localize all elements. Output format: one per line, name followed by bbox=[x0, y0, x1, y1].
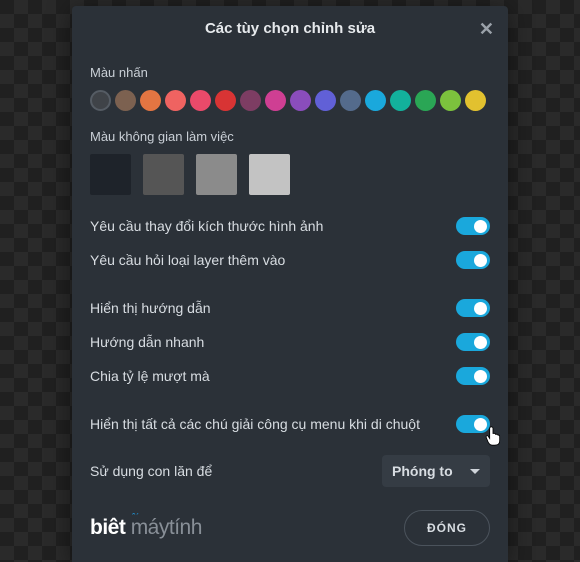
workspace-color-label: Màu không gian làm việc bbox=[90, 129, 490, 144]
accent-swatch[interactable] bbox=[265, 90, 286, 111]
workspace-color-row bbox=[90, 154, 490, 195]
modal-header: Các tùy chọn chỉnh sửa ✕ bbox=[72, 6, 508, 51]
workspace-swatch[interactable] bbox=[143, 154, 184, 195]
toggle-switch[interactable] bbox=[456, 299, 490, 317]
accent-swatch[interactable] bbox=[440, 90, 461, 111]
toggle-label: Hướng dẫn nhanh bbox=[90, 334, 204, 350]
toggle-row: Yêu cầu hỏi loại layer thêm vào bbox=[90, 243, 490, 277]
accent-swatch[interactable] bbox=[365, 90, 386, 111]
brand-logo: biêtˆˊ máytính bbox=[90, 516, 202, 540]
wheel-row: Sử dụng con lăn để Phóng to bbox=[90, 447, 490, 495]
accent-color-label: Màu nhấn bbox=[90, 65, 490, 80]
modal-footer: biêtˆˊ máytính ĐÓNG bbox=[72, 500, 508, 562]
accent-swatch[interactable] bbox=[315, 90, 336, 111]
toggle-row: Hiển thị hướng dẫn bbox=[90, 291, 490, 325]
accent-swatch[interactable] bbox=[390, 90, 411, 111]
accent-swatch[interactable] bbox=[165, 90, 186, 111]
accent-swatch[interactable] bbox=[215, 90, 236, 111]
accent-swatch[interactable] bbox=[115, 90, 136, 111]
workspace-swatch[interactable] bbox=[196, 154, 237, 195]
accent-swatch[interactable] bbox=[415, 90, 436, 111]
toggle-switch[interactable] bbox=[456, 367, 490, 385]
brand-part2: máytính bbox=[131, 516, 202, 539]
toggle-switch[interactable] bbox=[456, 251, 490, 269]
brand-part1: biêtˆˊ bbox=[90, 516, 131, 539]
accent-color-row bbox=[90, 90, 490, 111]
toggle-row: Yêu cầu thay đổi kích thước hình ảnh bbox=[90, 209, 490, 243]
modal-body: Màu nhấn Màu không gian làm việc Yêu cầu… bbox=[72, 51, 508, 500]
toggle-switch[interactable] bbox=[456, 333, 490, 351]
accent-swatch[interactable] bbox=[340, 90, 361, 111]
toggle-row: Hướng dẫn nhanh bbox=[90, 325, 490, 359]
accent-swatch[interactable] bbox=[240, 90, 261, 111]
toggle-label: Yêu cầu hỏi loại layer thêm vào bbox=[90, 252, 285, 268]
accent-swatch[interactable] bbox=[290, 90, 311, 111]
chevron-down-icon bbox=[470, 469, 480, 474]
wheel-label: Sử dụng con lăn để bbox=[90, 463, 212, 479]
toggle-row: Chia tỷ lệ mượt mà bbox=[90, 359, 490, 393]
toggle-label: Hiển thị hướng dẫn bbox=[90, 300, 211, 316]
toggle-switch[interactable] bbox=[456, 217, 490, 235]
toggle-row: Hiển thị tất cả các chú giải công cụ men… bbox=[90, 407, 490, 441]
accent-swatch[interactable] bbox=[90, 90, 111, 111]
toggle-list: Yêu cầu thay đổi kích thước hình ảnh Yêu … bbox=[90, 209, 490, 441]
toggle-switch[interactable] bbox=[456, 415, 490, 433]
workspace-swatch[interactable] bbox=[249, 154, 290, 195]
modal-title: Các tùy chọn chỉnh sửa bbox=[205, 20, 375, 37]
toggle-label: Hiển thị tất cả các chú giải công cụ men… bbox=[90, 416, 420, 432]
workspace-swatch[interactable] bbox=[90, 154, 131, 195]
accent-swatch[interactable] bbox=[465, 90, 486, 111]
brand-accent-dots: ˆˊ bbox=[132, 512, 140, 522]
wheel-select[interactable]: Phóng to bbox=[382, 455, 490, 487]
toggle-label: Chia tỷ lệ mượt mà bbox=[90, 368, 210, 384]
close-button[interactable]: ĐÓNG bbox=[404, 510, 490, 546]
close-icon[interactable]: ✕ bbox=[479, 20, 494, 38]
wheel-select-value: Phóng to bbox=[392, 463, 453, 479]
accent-swatch[interactable] bbox=[190, 90, 211, 111]
toggle-label: Yêu cầu thay đổi kích thước hình ảnh bbox=[90, 218, 323, 234]
edit-options-modal: Các tùy chọn chỉnh sửa ✕ Màu nhấn Màu kh… bbox=[72, 6, 508, 562]
accent-swatch[interactable] bbox=[140, 90, 161, 111]
